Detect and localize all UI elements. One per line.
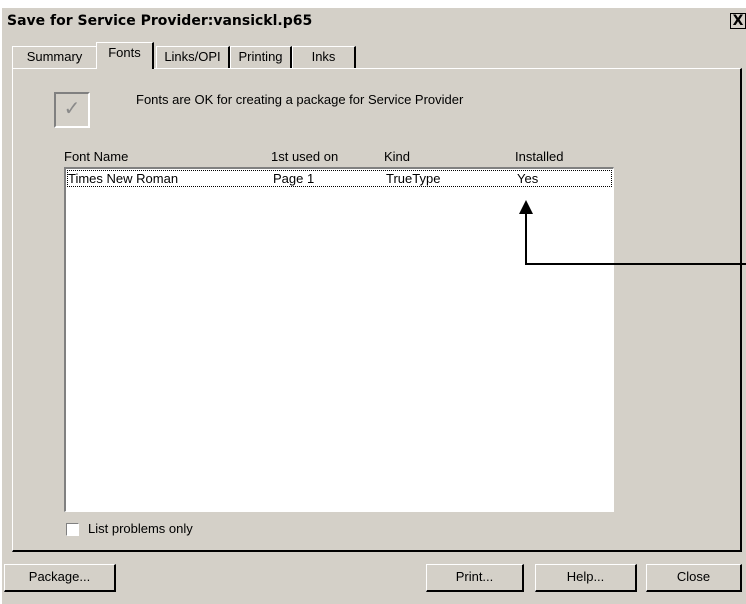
cell-kind: TrueType [386,171,441,186]
check-icon: ✓ [63,98,81,120]
print-button[interactable]: Print... [426,564,524,592]
help-button[interactable]: Help... [535,564,637,592]
package-button[interactable]: Package... [4,564,116,592]
column-header-first-used-on[interactable]: 1st used on [271,149,338,164]
column-header-installed[interactable]: Installed [515,149,563,164]
tab-summary[interactable]: Summary [12,46,98,68]
font-list[interactable]: Times New Roman Page 1 TrueType Yes [64,167,614,512]
tab-fonts[interactable]: Fonts [96,42,154,69]
tab-links-opi[interactable]: Links/OPI [156,46,230,68]
column-header-font-name[interactable]: Font Name [64,149,128,164]
cell-font-name: Times New Roman [68,171,179,186]
window-title: Save for Service Provider:vansickl.p65 [7,13,313,29]
close-button[interactable]: Close [646,564,742,592]
list-problems-only-checkbox[interactable] [66,523,79,536]
cell-installed: Yes [517,171,539,186]
column-header-kind[interactable]: Kind [384,149,410,164]
close-window-icon[interactable]: X [730,13,746,29]
tab-inks[interactable]: Inks [292,46,356,68]
title-bar: Save for Service Provider:vansickl.p65 X [4,10,746,32]
tab-printing[interactable]: Printing [230,46,292,68]
table-row[interactable]: Times New Roman Page 1 TrueType Yes [67,170,612,187]
fonts-ok-checkbox: ✓ [54,92,90,128]
cell-first-used-on: Page 1 [273,171,315,186]
fonts-ok-message: Fonts are OK for creating a package for … [136,92,464,107]
list-problems-only-label[interactable]: List problems only [88,521,193,536]
